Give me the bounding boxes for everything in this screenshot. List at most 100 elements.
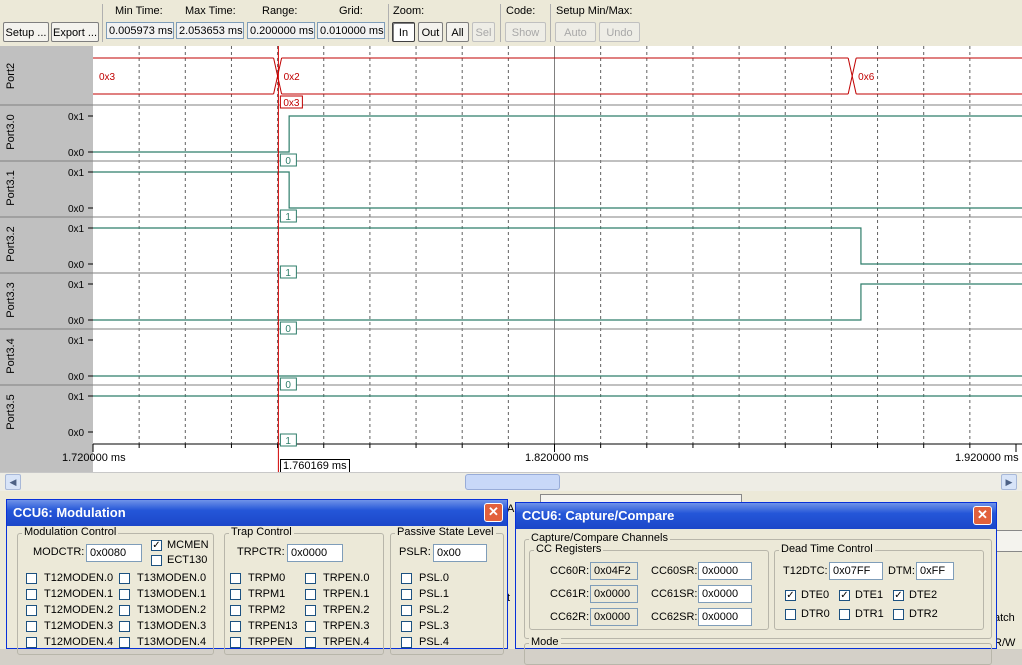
logic-analyzer-display[interactable]: Port2 Port3.0 Port3.1 Port3.2 Port3.3 Port3.4… bbox=[0, 46, 1022, 473]
min-time-label: Min Time: bbox=[115, 5, 163, 17]
trpen-checkbox[interactable] bbox=[305, 637, 316, 648]
trpen-label: TRPEN.1 bbox=[323, 588, 370, 600]
max-time-label: Max Time: bbox=[185, 5, 236, 17]
cc-registers-group: CC Registers CC60R: 0x04F2 CC61R: 0x0000… bbox=[529, 543, 769, 630]
t12moden-checkbox[interactable] bbox=[26, 589, 37, 600]
mcmen-checkbox[interactable]: ✓ bbox=[151, 540, 162, 551]
zoom-in-button[interactable]: In bbox=[392, 22, 415, 42]
horizontal-scrollbar[interactable]: ◀ ▶ bbox=[0, 472, 1022, 491]
psl-label: PSL.4 bbox=[419, 636, 449, 648]
t13moden-checkbox[interactable] bbox=[119, 589, 130, 600]
trpm-checkbox[interactable] bbox=[230, 573, 241, 584]
background-button bbox=[995, 530, 1022, 552]
psl-checkbox[interactable] bbox=[401, 589, 412, 600]
modulation-control-group: Modulation Control MODCTR: 0x0080 ✓ MCME… bbox=[17, 526, 214, 655]
bus-value-label: 0x2 bbox=[284, 72, 301, 83]
t12moden-label: T12MODEN.2 bbox=[44, 604, 114, 616]
undo-button[interactable]: Undo bbox=[599, 22, 640, 42]
cc61r-label: CC61R: bbox=[550, 588, 590, 600]
scroll-thumb[interactable] bbox=[465, 474, 560, 490]
psl-checkbox[interactable] bbox=[401, 637, 412, 648]
modctr-label: MODCTR: bbox=[33, 546, 85, 558]
dtm-field[interactable]: 0xFF bbox=[916, 562, 954, 580]
capture-dialog-title: CCU6: Capture/Compare bbox=[516, 503, 996, 529]
trpm-checkbox[interactable] bbox=[230, 637, 241, 648]
trpen-checkbox[interactable] bbox=[305, 573, 316, 584]
cursor-value-label: 0 bbox=[285, 156, 291, 167]
zoom-out-button[interactable]: Out bbox=[418, 22, 443, 42]
scroll-left-icon[interactable]: ◀ bbox=[5, 474, 21, 490]
tick-label-low: 0x0 bbox=[68, 372, 85, 383]
toolbar-separator bbox=[388, 4, 389, 42]
code-show-button[interactable]: Show bbox=[505, 22, 546, 42]
cc60sr-field[interactable]: 0x0000 bbox=[698, 562, 752, 580]
cc61r-field[interactable]: 0x0000 bbox=[590, 585, 638, 603]
setup-button[interactable]: Setup ... bbox=[3, 22, 49, 42]
psl-checkbox[interactable] bbox=[401, 605, 412, 616]
cc60r-field[interactable]: 0x04F2 bbox=[590, 562, 638, 580]
tick-label-high: 0x1 bbox=[68, 112, 85, 123]
mode-title: Mode bbox=[529, 636, 561, 648]
cursor-value-label: 1 bbox=[285, 212, 291, 223]
trpm-checkbox[interactable] bbox=[230, 589, 241, 600]
bus-value-label: 0x3 bbox=[99, 72, 116, 83]
t12dtc-field[interactable]: 0x07FF bbox=[829, 562, 883, 580]
grid-label: Grid: bbox=[339, 5, 363, 17]
dtr-checkbox[interactable] bbox=[839, 609, 850, 620]
dtr-checkbox[interactable] bbox=[893, 609, 904, 620]
t12moden-checkbox[interactable] bbox=[26, 637, 37, 648]
t13moden-checkbox[interactable] bbox=[119, 637, 130, 648]
passive-state-title: Passive State Level bbox=[395, 526, 496, 538]
trpctr-field[interactable]: 0x0000 bbox=[287, 544, 343, 562]
cc60sr-label: CC60SR: bbox=[651, 565, 698, 577]
t13moden-checkbox[interactable] bbox=[119, 573, 130, 584]
t12dtc-label: T12DTC: bbox=[783, 565, 828, 577]
t12moden-checkbox[interactable] bbox=[26, 573, 37, 584]
t12moden-checkbox[interactable] bbox=[26, 621, 37, 632]
dtr-checkbox[interactable] bbox=[785, 609, 796, 620]
dtm-label: DTM: bbox=[888, 565, 915, 577]
t12moden-checkbox[interactable] bbox=[26, 605, 37, 616]
t13moden-checkbox[interactable] bbox=[119, 621, 130, 632]
export-button[interactable]: Export ... bbox=[51, 22, 99, 42]
trpen-checkbox[interactable] bbox=[305, 605, 316, 616]
cc62sr-field[interactable]: 0x0000 bbox=[698, 608, 752, 626]
trpen-checkbox[interactable] bbox=[305, 589, 316, 600]
dte-checkbox[interactable]: ✓ bbox=[785, 590, 796, 601]
ect130-checkbox[interactable] bbox=[151, 555, 162, 566]
time-label-end: 1.920000 ms bbox=[955, 452, 1019, 464]
zoom-sel-button[interactable]: Sel bbox=[472, 22, 495, 42]
close-icon[interactable]: ✕ bbox=[973, 506, 992, 525]
t12moden-label: T12MODEN.3 bbox=[44, 620, 114, 632]
cursor-value-label: 0x3 bbox=[283, 98, 300, 109]
modulation-dialog: CCU6: Modulation ✕ Modulation Control MO… bbox=[6, 499, 508, 655]
auto-button[interactable]: Auto bbox=[555, 22, 596, 42]
ect130-label: ECT130 bbox=[167, 554, 208, 566]
mcmen-label: MCMEN bbox=[167, 539, 209, 551]
waveform-canvas[interactable]: 0x3 0x2 0x6 0x3 0x1 0x0 0 0x1 0x0 1 0x1 0x0 1 0x1 0x0 0… bbox=[0, 46, 1022, 472]
dte-checkbox[interactable]: ✓ bbox=[893, 590, 904, 601]
t13moden-checkbox[interactable] bbox=[119, 605, 130, 616]
t12moden-label: T12MODEN.1 bbox=[44, 588, 114, 600]
capture-compare-dialog: CCU6: Capture/Compare ✕ Capture/Compare … bbox=[515, 502, 997, 665]
dte-checkbox[interactable]: ✓ bbox=[839, 590, 850, 601]
toolbar-separator bbox=[550, 4, 551, 42]
trpm-checkbox[interactable] bbox=[230, 605, 241, 616]
close-icon[interactable]: ✕ bbox=[484, 503, 503, 522]
psl-checkbox[interactable] bbox=[401, 573, 412, 584]
dead-time-group: Dead Time Control T12DTC: 0x07FF DTM: 0x… bbox=[774, 543, 984, 630]
psl-checkbox[interactable] bbox=[401, 621, 412, 632]
cc61sr-field[interactable]: 0x0000 bbox=[698, 585, 752, 603]
trpctr-label: TRPCTR: bbox=[237, 546, 285, 558]
modctr-field[interactable]: 0x0080 bbox=[86, 544, 142, 562]
pslr-field[interactable]: 0x00 bbox=[433, 544, 487, 562]
cc62r-field[interactable]: 0x0000 bbox=[590, 608, 638, 626]
trpen-checkbox[interactable] bbox=[305, 621, 316, 632]
scroll-right-icon[interactable]: ▶ bbox=[1001, 474, 1017, 490]
trpm-checkbox[interactable] bbox=[230, 621, 241, 632]
t13moden-label: T13MODEN.3 bbox=[137, 620, 207, 632]
cursor-value-label: 1 bbox=[285, 268, 291, 279]
code-label: Code: bbox=[506, 5, 536, 17]
zoom-all-button[interactable]: All bbox=[446, 22, 469, 42]
signal-waveform bbox=[93, 115, 1022, 153]
